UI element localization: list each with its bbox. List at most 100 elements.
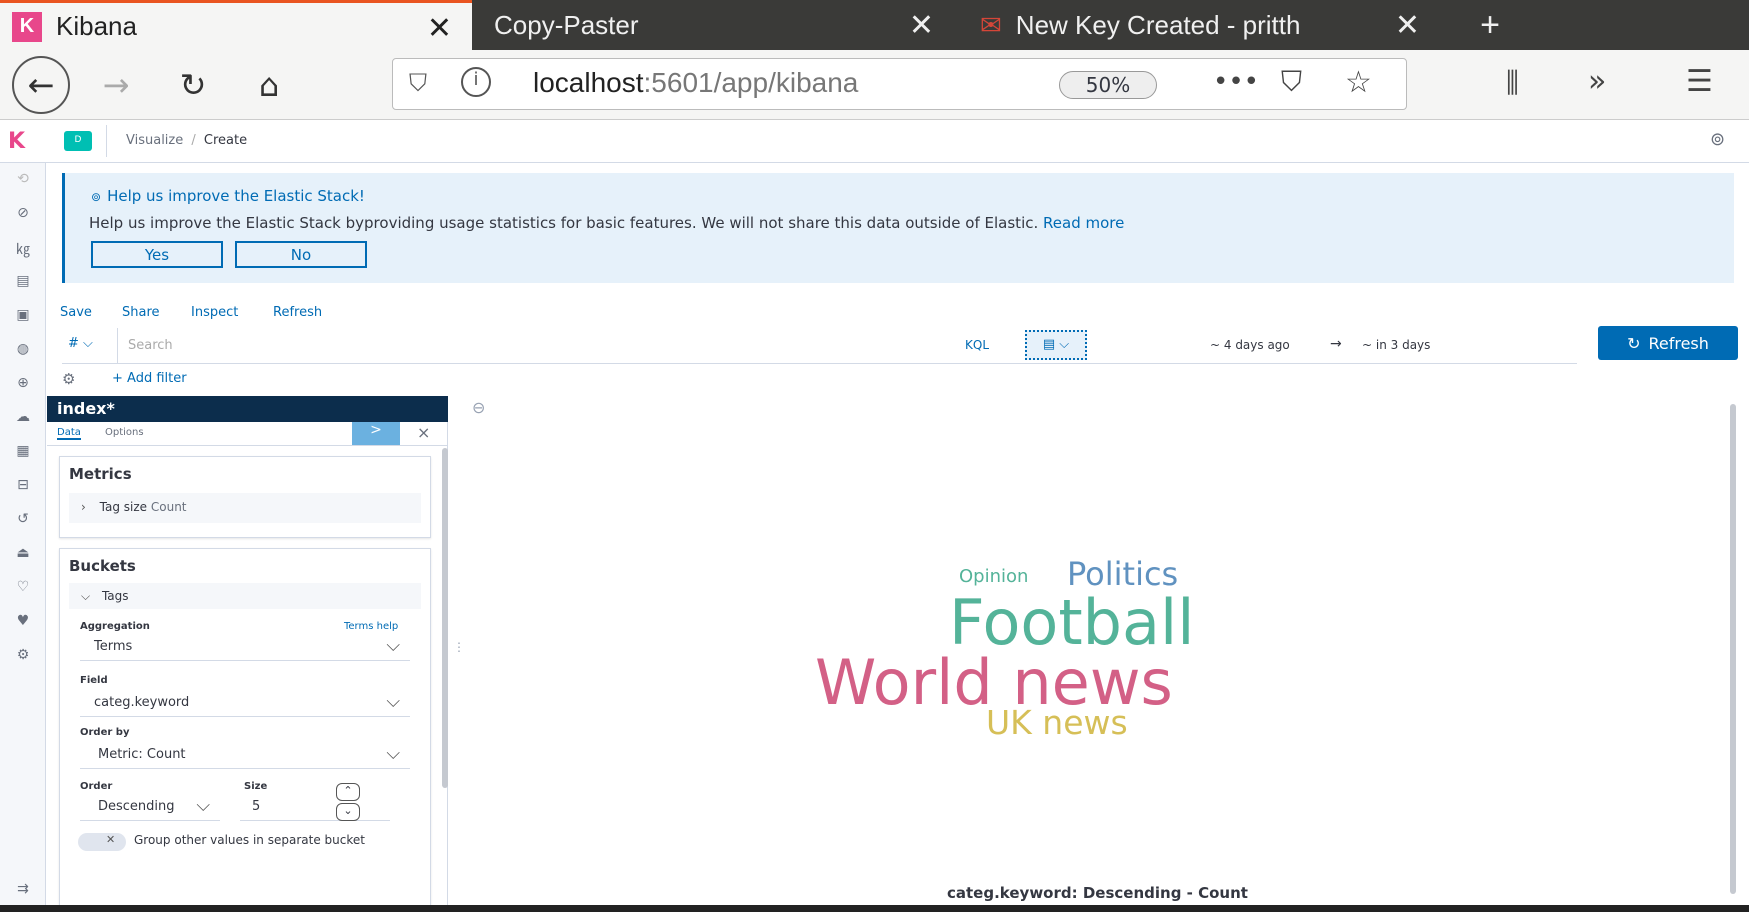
chevron-down-icon: ⌵: [386, 691, 400, 712]
management-icon[interactable]: ⚙: [9, 647, 37, 669]
infra-icon[interactable]: ☁: [9, 409, 37, 431]
canvas-icon[interactable]: ▣: [9, 307, 37, 329]
terms-help-link[interactable]: Terms help: [344, 621, 398, 632]
size-increment-button[interactable]: ⌃: [336, 783, 360, 801]
home-button[interactable]: ⌂: [246, 62, 292, 108]
time-start[interactable]: ~ 4 days ago: [1210, 338, 1290, 352]
collapse-sidebar-icon[interactable]: ⊖: [472, 398, 485, 417]
info-icon[interactable]: i: [461, 67, 491, 97]
tab-data[interactable]: Data: [57, 427, 81, 440]
refresh-icon: ↻: [1627, 333, 1641, 353]
dev-tools-icon[interactable]: ♡: [9, 579, 37, 601]
inspect-link[interactable]: Inspect: [191, 305, 238, 320]
overflow-chevron-icon[interactable]: »: [1588, 64, 1606, 99]
forward-arrow-icon: →: [102, 66, 130, 104]
monitoring-icon[interactable]: ♥: [9, 613, 37, 635]
breadcrumb-visualize[interactable]: Visualize: [126, 133, 183, 148]
refresh-link[interactable]: Refresh: [273, 305, 322, 320]
date-picker-quick-menu[interactable]: ▤ ⌵: [1025, 330, 1087, 360]
uptime-icon[interactable]: ↺: [9, 511, 37, 533]
size-decrement-button[interactable]: ⌄: [336, 803, 360, 821]
apply-button[interactable]: >: [352, 422, 400, 445]
editor-scrollbar[interactable]: [442, 448, 448, 788]
bucket-tags[interactable]: ⌵ Tags: [69, 583, 421, 609]
viz-scrollbar[interactable]: [1730, 404, 1736, 894]
bookmark-star-icon[interactable]: ☆: [1345, 65, 1372, 100]
chevron-right-icon: ›: [81, 500, 86, 514]
time-end[interactable]: ~ in 3 days: [1362, 338, 1430, 352]
aggregation-label: Aggregation: [80, 621, 150, 632]
hamburger-menu-icon[interactable]: ☰: [1686, 64, 1713, 99]
editor-sidebar: index* Data Options > × Metrics › Tag si…: [47, 396, 448, 912]
zoom-level[interactable]: 50%: [1059, 71, 1157, 99]
read-more-link[interactable]: Read more: [1043, 214, 1124, 232]
info-icon: ⊚: [91, 190, 102, 204]
resize-handle[interactable]: ⋮: [453, 640, 465, 654]
callout-title: Help us improve the Elastic Stack!: [107, 187, 365, 205]
close-tab-icon[interactable]: ✕: [1395, 8, 1420, 43]
recent-icon[interactable]: ⟲: [9, 171, 37, 193]
kibana-header: K D Visualize / Create ⊚: [0, 121, 1749, 163]
tab-copy-paster[interactable]: Copy-Paster ✕: [474, 0, 954, 50]
add-filter-link[interactable]: + Add filter: [112, 371, 187, 386]
editor-tabs: Data Options > ×: [47, 422, 448, 446]
help-icon[interactable]: ⊚: [1710, 129, 1725, 150]
chevron-down-icon: ⌵: [386, 743, 400, 764]
size-input[interactable]: 5: [240, 795, 390, 821]
page-actions-icon[interactable]: •••: [1213, 67, 1259, 97]
share-link[interactable]: Share: [122, 305, 160, 320]
calendar-icon: ▤: [1042, 337, 1056, 352]
url-bar[interactable]: ⛉ i localhost:5601/app/kibana 50% ••• ⛉ …: [392, 58, 1407, 110]
bottom-bar: [0, 905, 1749, 912]
apm-icon[interactable]: ⊟: [9, 477, 37, 499]
arrow-right-icon: →: [1330, 336, 1342, 352]
collapse-nav-icon[interactable]: ⇉: [9, 881, 37, 903]
siem-icon[interactable]: ⏏: [9, 545, 37, 567]
maps-icon[interactable]: ◍: [9, 341, 37, 363]
close-tab-icon[interactable]: ✕: [427, 11, 452, 46]
field-select[interactable]: categ.keyword ⌵: [80, 691, 410, 717]
new-tab-button[interactable]: +: [1460, 0, 1520, 50]
kibana-logo-icon[interactable]: K: [8, 129, 25, 154]
library-icon[interactable]: ⫼: [1506, 66, 1519, 100]
dashboard-icon[interactable]: ▤: [9, 273, 37, 295]
reload-icon: ↻: [179, 66, 207, 104]
logs-icon[interactable]: ▦: [9, 443, 37, 465]
refresh-button[interactable]: ↻ Refresh: [1598, 326, 1738, 360]
tab-gmail[interactable]: ✉ New Key Created - pritth ✕: [960, 0, 1440, 50]
pocket-icon[interactable]: ⛉: [1281, 65, 1302, 99]
tag-cloud-word[interactable]: Football: [949, 592, 1194, 654]
ml-icon[interactable]: ⊕: [9, 375, 37, 397]
no-button[interactable]: No: [235, 241, 367, 268]
tag-cloud-word[interactable]: Opinion: [959, 568, 1028, 586]
space-badge[interactable]: D: [64, 131, 92, 151]
field-type-selector[interactable]: # ⌵: [68, 336, 93, 351]
metric-tag-size[interactable]: › Tag size Count: [69, 493, 421, 523]
discover-icon[interactable]: ⊘: [9, 205, 37, 227]
metrics-title: Metrics: [69, 465, 132, 483]
order-by-select[interactable]: Metric: Count ⌵: [80, 743, 410, 769]
index-pattern-title: index*: [47, 396, 448, 422]
chevron-down-icon: ⌵: [196, 795, 210, 816]
aggregation-select[interactable]: Terms ⌵: [80, 635, 410, 661]
order-select[interactable]: Descending ⌵: [80, 795, 220, 821]
tab-kibana[interactable]: K Kibana ✕: [0, 0, 472, 50]
order-by-label: Order by: [80, 727, 130, 738]
save-link[interactable]: Save: [60, 305, 92, 320]
viz-caption: categ.keyword: Descending - Count: [947, 884, 1248, 902]
browser-tab-bar: K Kibana ✕ Copy-Paster ✕ ✉ New Key Creat…: [0, 0, 1749, 50]
tab-options[interactable]: Options: [105, 427, 144, 438]
filter-settings-icon[interactable]: ⚙: [62, 370, 75, 388]
visualize-icon[interactable]: ㎏: [9, 239, 37, 261]
discard-icon[interactable]: ×: [417, 423, 430, 442]
kql-toggle[interactable]: KQL: [965, 338, 989, 352]
forward-button[interactable]: →: [93, 62, 139, 108]
search-input[interactable]: Search: [117, 328, 917, 364]
chevron-down-icon: ⌵: [81, 589, 91, 603]
tag-cloud-word[interactable]: UK news: [986, 706, 1128, 739]
close-tab-icon[interactable]: ✕: [909, 8, 934, 43]
url-text: localhost:5601/app/kibana: [533, 67, 859, 98]
back-button[interactable]: ←: [12, 56, 70, 114]
yes-button[interactable]: Yes: [91, 241, 223, 268]
reload-button[interactable]: ↻: [170, 62, 216, 108]
